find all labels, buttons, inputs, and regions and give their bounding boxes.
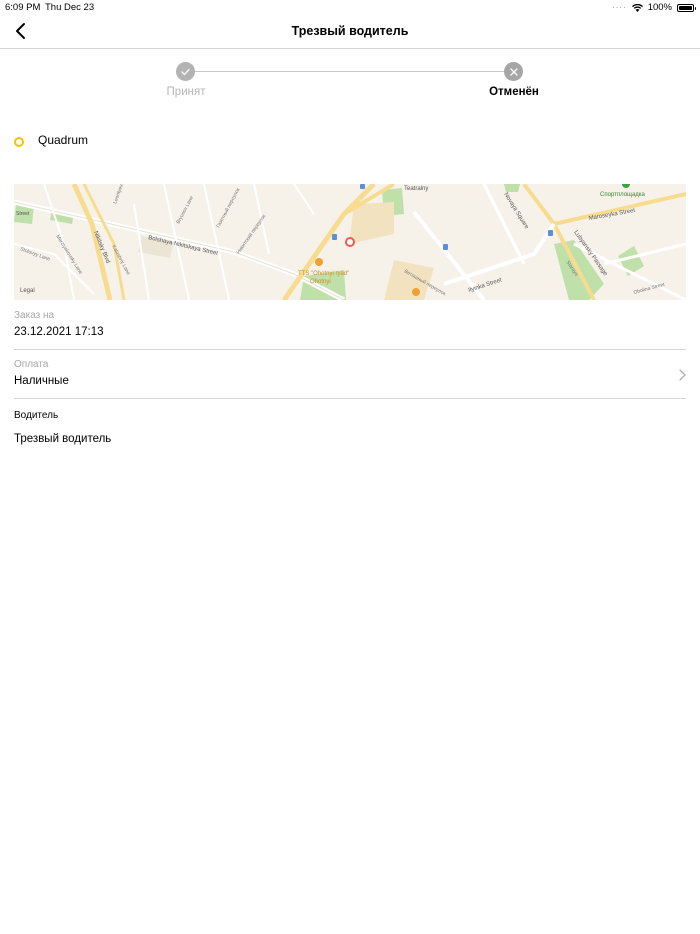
navigation-bar: Трезвый водитель [0, 14, 700, 49]
payment-value: Наличные [14, 375, 69, 387]
status-time: 6:09 PM [5, 2, 41, 13]
route-point-address: Quadrum [38, 133, 89, 147]
order-time-value: 23.12.2021 17:13 [14, 326, 104, 338]
metro-icon [548, 230, 553, 236]
route-map[interactable]: Bolshaya Nikitskaya Street Nikitsky Blvd… [14, 184, 686, 300]
order-status-stepper: Принят Отменён [0, 61, 700, 101]
status-indicators: ···· 100% [612, 2, 696, 13]
driver-value: Трезвый водитель [14, 433, 112, 445]
route-point: Quadrum [14, 133, 88, 147]
payment-row[interactable]: Оплата Наличные [14, 359, 686, 399]
driver-section-title: Водитель [14, 410, 59, 421]
step-cancelled-label: Отменён [489, 86, 539, 98]
metro-icon [360, 184, 365, 189]
map-label: Спортплощадка [600, 192, 646, 198]
wifi-icon [631, 3, 643, 12]
order-time-row: Заказ на 23.12.2021 17:13 [14, 310, 686, 350]
chevron-right-icon [679, 368, 686, 384]
page-title: Трезвый водитель [291, 24, 409, 38]
status-bar: 6:09 PM Thu Dec 23 ···· 100% [0, 0, 700, 14]
status-date: Thu Dec 23 [45, 2, 95, 13]
battery-icon [677, 3, 696, 12]
more-dots-icon: ···· [612, 3, 627, 12]
metro-icon [332, 234, 337, 240]
map-label: Street [16, 211, 30, 217]
map-label: Ohotnyi [310, 279, 331, 285]
food-poi-icon [412, 288, 420, 296]
payment-label: Оплата [14, 359, 49, 370]
map-canvas: Bolshaya Nikitskaya Street Nikitsky Blvd… [14, 184, 686, 300]
close-icon [509, 67, 518, 76]
metro-icon [443, 244, 448, 250]
step-accepted-label: Принят [166, 86, 206, 98]
step-cancelled-circle [504, 62, 523, 81]
step-accepted-circle [176, 62, 195, 81]
stepper-line [186, 71, 514, 72]
check-icon [181, 68, 190, 75]
food-poi-icon [315, 258, 323, 266]
battery-percent: 100% [647, 2, 672, 13]
map-label: TTS "Ohotnyi ryad" [298, 271, 349, 277]
map-legal-link[interactable]: Legal [20, 288, 35, 294]
map-label: Teatralny [404, 186, 428, 192]
order-time-label: Заказ на [14, 310, 55, 321]
location-marker-icon [345, 237, 355, 247]
route-point-icon [14, 137, 24, 147]
